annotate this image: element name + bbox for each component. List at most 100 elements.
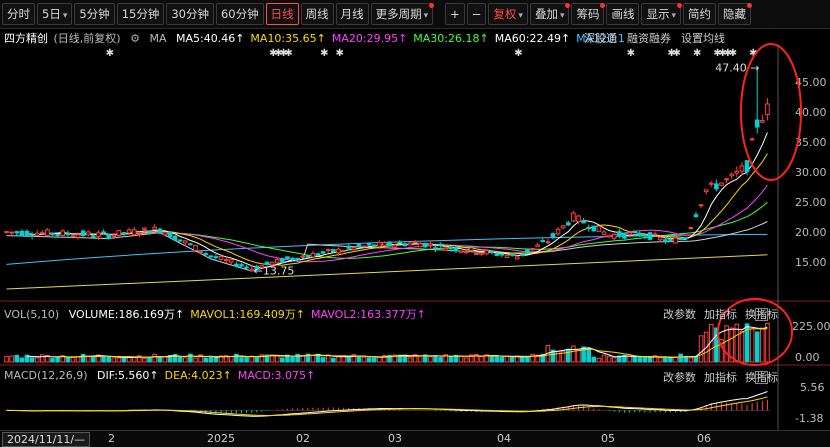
candle-body xyxy=(315,253,321,256)
annotation-circle xyxy=(740,43,802,181)
legend-value: MACD:3.075↑ xyxy=(237,369,316,382)
date-range-select[interactable]: 2024/11/11/— xyxy=(2,432,91,447)
candle-body xyxy=(606,234,612,238)
candle-body xyxy=(116,230,122,236)
volume-tick-label: 225.00 xyxy=(792,320,830,333)
candle-body xyxy=(346,245,351,249)
candle-body xyxy=(24,230,30,236)
legend-value: DEA:4.023↑ xyxy=(164,369,232,382)
candle-body xyxy=(407,242,413,246)
candle-body xyxy=(474,252,479,255)
volume-bar xyxy=(509,357,515,363)
volume-bar xyxy=(193,357,198,363)
candle-body xyxy=(703,189,709,193)
candle-body xyxy=(479,252,484,255)
candle-body xyxy=(361,245,367,248)
high-price-label: 47.40 → xyxy=(715,62,759,75)
legend-value: VOLUME:186.169万↑ xyxy=(68,308,185,321)
indicator-action[interactable]: 加指标 xyxy=(704,371,737,384)
candle-body xyxy=(754,119,760,128)
candle-body xyxy=(387,241,392,247)
volume-bar xyxy=(55,357,60,363)
event-star-icon: ✱ xyxy=(320,48,328,59)
indicator-action[interactable]: 加指标 xyxy=(704,308,737,321)
kline-chart: 45.0040.0035.0030.0025.0020.0015.0047.40… xyxy=(0,43,830,430)
candle-body xyxy=(749,138,755,141)
candle-body xyxy=(213,256,219,259)
volume-bar xyxy=(377,356,382,363)
candle-body xyxy=(719,182,724,186)
volume-bar xyxy=(428,356,433,363)
candle-body xyxy=(433,247,438,250)
volume-bar xyxy=(142,357,147,363)
date-label: 04 xyxy=(497,432,511,445)
event-star-icon: ✱ xyxy=(729,48,737,59)
candle-body xyxy=(448,246,454,250)
candle-body xyxy=(760,120,765,123)
candle-body xyxy=(652,233,658,236)
candle-body xyxy=(162,232,168,236)
candle-body xyxy=(571,212,576,222)
volume-bar xyxy=(14,354,20,363)
candle-body xyxy=(535,244,540,248)
candle-body xyxy=(453,247,459,252)
ma250-line xyxy=(6,254,768,290)
legend-value: DIF:5.560↑ xyxy=(97,369,159,382)
volume-bar xyxy=(673,356,678,363)
volume-indicator-title[interactable]: VOL(5,10) xyxy=(4,308,59,321)
candle-body xyxy=(428,243,433,246)
volume-bar xyxy=(331,357,336,363)
candle-body xyxy=(458,250,464,253)
indicator-action[interactable]: 改参数 xyxy=(663,308,696,321)
volume-bar xyxy=(571,345,576,363)
candle-body xyxy=(647,232,653,240)
candle-body xyxy=(627,232,632,236)
candle-body xyxy=(417,243,423,248)
volume-bar xyxy=(642,356,648,363)
candle-body xyxy=(19,230,25,236)
volume-bar xyxy=(228,356,234,363)
candle-body xyxy=(101,231,106,234)
candle-body xyxy=(142,227,147,231)
candle-body xyxy=(182,240,188,244)
candle-body xyxy=(591,225,597,232)
macd-indicator-title[interactable]: MACD(12,26,9) xyxy=(4,369,88,382)
close-icon[interactable]: × xyxy=(755,371,768,384)
candle-body xyxy=(581,220,586,224)
candle-body xyxy=(698,204,704,207)
close-icon[interactable]: × xyxy=(755,308,768,321)
price-tick-label: 15.00 xyxy=(795,256,827,269)
candle-body xyxy=(34,232,40,237)
volume-bar xyxy=(663,357,668,363)
indicator-action[interactable]: 改参数 xyxy=(663,371,696,384)
candle-body xyxy=(714,183,719,190)
volume-bar xyxy=(366,357,372,363)
mavol1-line xyxy=(26,326,768,358)
candle-body xyxy=(576,215,581,223)
candle-body xyxy=(55,234,60,237)
candle-body xyxy=(341,250,346,253)
volume-bar xyxy=(494,355,500,363)
candle-body xyxy=(177,239,183,242)
candle-body xyxy=(65,232,71,235)
candle-body xyxy=(331,249,336,253)
volume-bar xyxy=(530,353,535,363)
price-tick-label: 40.00 xyxy=(795,106,827,119)
volume-bar xyxy=(4,355,9,363)
candle-body xyxy=(642,234,648,237)
candle-body xyxy=(611,233,617,239)
candle-body xyxy=(545,241,551,244)
candle-body xyxy=(382,242,387,246)
volume-bar xyxy=(698,335,704,363)
volume-bar xyxy=(438,357,443,363)
volume-bar xyxy=(479,356,484,363)
volume-bar xyxy=(65,357,71,363)
volume-bar xyxy=(356,355,362,363)
volume-bar xyxy=(239,357,244,363)
candle-body xyxy=(565,222,571,226)
candle-body xyxy=(157,228,163,233)
volume-bar xyxy=(106,356,111,363)
volume-bar xyxy=(177,356,183,363)
candle-body xyxy=(336,248,341,254)
candle-body xyxy=(397,241,403,244)
